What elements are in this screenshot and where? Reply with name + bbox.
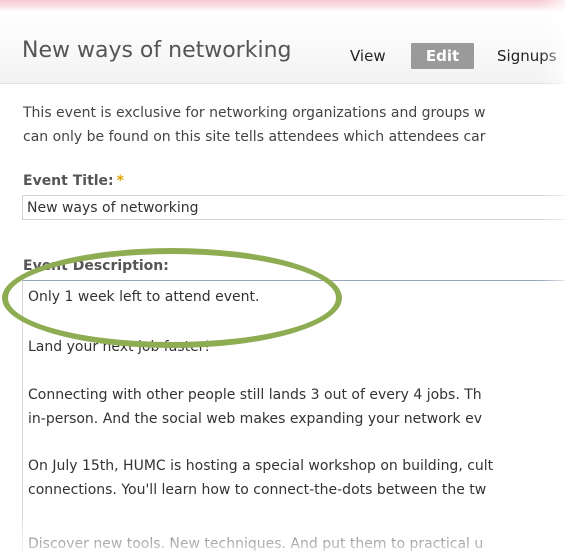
tab-view[interactable]: View (350, 43, 386, 69)
event-description-label: Event Description: (23, 258, 169, 274)
event-title-label-text: Event Title: (23, 173, 114, 189)
node-header: New ways of networking View Edit Signups (0, 12, 565, 84)
description-line: Land your next job faster! (28, 339, 211, 355)
description-line: in-person. And the social web makes expa… (28, 411, 482, 427)
intro-line: This event is exclusive for networking o… (23, 105, 486, 121)
description-line: On July 15th, HUMC is hosting a special … (28, 458, 494, 474)
tab-edit[interactable]: Edit (411, 43, 474, 69)
event-description-textarea[interactable]: Only 1 week left to attend event. Land y… (22, 280, 565, 555)
description-line: connections. You'll learn how to connect… (28, 482, 487, 498)
event-title-label: Event Title: * (23, 173, 124, 189)
description-line: Connecting with other people still lands… (28, 387, 482, 403)
description-line: Discover new tools. New techniques. And … (28, 536, 484, 552)
intro-text: This event is exclusive for networking o… (23, 101, 565, 149)
intro-line: can only be found on this site tells att… (23, 129, 486, 145)
description-line: Only 1 week left to attend event. (28, 289, 260, 305)
page-title: New ways of networking (22, 38, 292, 63)
required-mark: * (116, 173, 124, 189)
event-title-input[interactable] (22, 195, 565, 220)
top-band (0, 0, 565, 12)
tab-signups[interactable]: Signups (497, 43, 557, 69)
page: New ways of networking View Edit Signups… (0, 0, 565, 555)
